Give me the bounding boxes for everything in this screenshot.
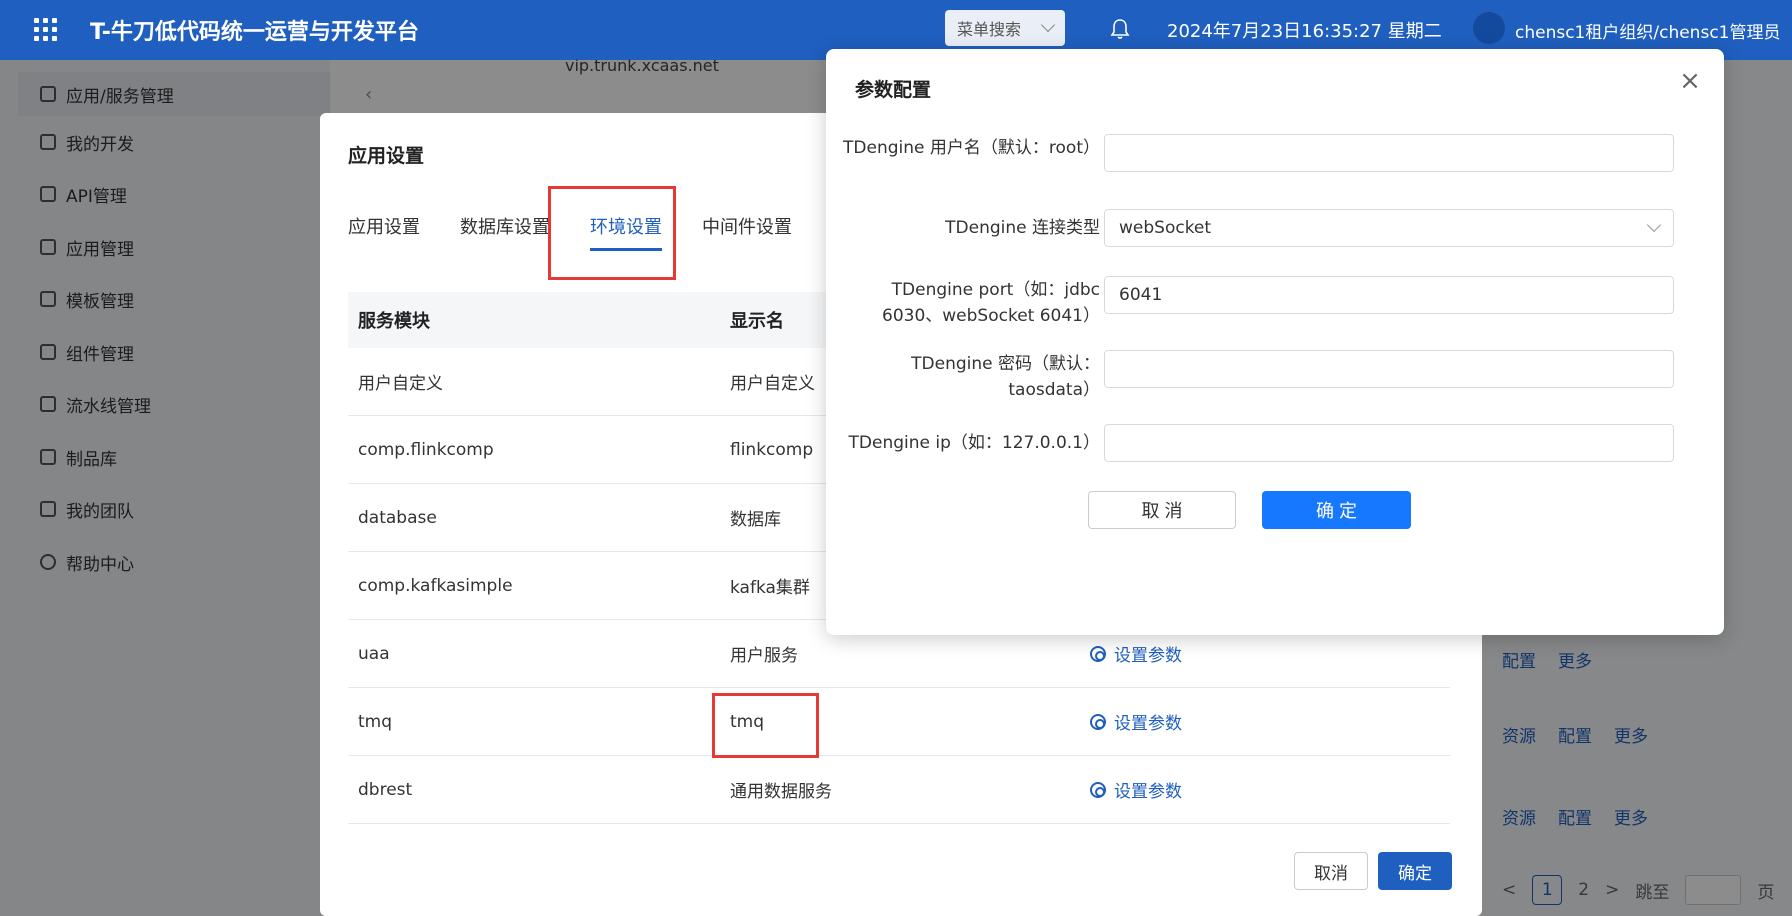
- cell-module: comp.flinkcomp: [358, 439, 494, 460]
- ip-input[interactable]: [1104, 424, 1674, 462]
- connection-type-value: webSocket: [1119, 218, 1212, 238]
- gear-icon: [1090, 781, 1106, 798]
- bell-icon[interactable]: [1110, 18, 1130, 40]
- datetime-text: 2024年7月23日16:35:27 星期二: [1167, 21, 1442, 42]
- cell-module: tmq: [358, 711, 393, 732]
- set-params-link[interactable]: 设置参数: [1090, 777, 1450, 802]
- menu-search-label: 菜单搜索: [957, 20, 1022, 39]
- password-label: TDengine 密码（默认：taosdata）: [911, 354, 1100, 400]
- set-params-label: 设置参数: [1114, 714, 1182, 734]
- set-params-link[interactable]: 设置参数: [1090, 641, 1450, 666]
- cell-display: 用户服务: [730, 646, 798, 666]
- highlight-box-tab: [548, 186, 676, 280]
- chevron-down-icon: [1040, 17, 1056, 33]
- app-title: T-牛刀低代码统一运营与开发平台: [90, 20, 419, 45]
- dialog-title: 参数配置: [855, 79, 932, 101]
- port-input[interactable]: 6041: [1104, 276, 1674, 314]
- avatar[interactable]: [1473, 12, 1505, 44]
- gear-icon: [1090, 713, 1106, 730]
- ip-label: TDengine ip（如：127.0.0.1）: [848, 433, 1100, 453]
- set-params-label: 设置参数: [1114, 782, 1182, 802]
- cancel-button[interactable]: 取消: [1294, 852, 1368, 890]
- port-label: TDengine port（如：jdbc 6030、webSocket 6041…: [882, 280, 1100, 326]
- cell-module: dbrest: [358, 779, 413, 800]
- set-params-link[interactable]: 设置参数: [1090, 709, 1450, 734]
- tab-app-settings[interactable]: 应用设置: [348, 213, 420, 251]
- user-name[interactable]: chensc1租户组织/chensc1管理员: [1515, 18, 1780, 43]
- gear-icon: [1090, 645, 1106, 662]
- highlight-box-tmq: [712, 693, 819, 758]
- param-cancel-button[interactable]: 取 消: [1088, 491, 1236, 529]
- chevron-down-icon: [1646, 217, 1662, 233]
- param-config-dialog: 参数配置 × TDengine 用户名（默认：root） TDengine 连接…: [826, 49, 1724, 635]
- set-params-label: 设置参数: [1114, 646, 1182, 666]
- port-value: 6041: [1119, 285, 1163, 305]
- cell-module: database: [358, 507, 437, 528]
- connection-type-label: TDengine 连接类型: [945, 218, 1100, 238]
- username-input[interactable]: [1104, 134, 1674, 172]
- cell-module: 用户自定义: [358, 374, 443, 394]
- cell-display: 通用数据服务: [730, 782, 832, 802]
- password-input[interactable]: [1104, 350, 1674, 388]
- username-label: TDengine 用户名（默认：root）: [843, 138, 1100, 158]
- apps-grid-icon[interactable]: [30, 14, 58, 42]
- connection-type-select[interactable]: webSocket: [1104, 209, 1674, 247]
- cell-module: uaa: [358, 643, 390, 664]
- table-row: tmq tmq 设置参数: [348, 688, 1450, 756]
- cell-module: comp.kafkasimple: [358, 575, 513, 596]
- tab-middleware-settings[interactable]: 中间件设置: [702, 213, 792, 251]
- menu-search-select[interactable]: 菜单搜索: [945, 10, 1065, 46]
- table-row: dbrest 通用数据服务 设置参数: [348, 756, 1450, 824]
- column-header-module: 服务模块: [358, 311, 430, 332]
- close-icon[interactable]: ×: [1678, 68, 1702, 94]
- param-ok-button[interactable]: 确 定: [1262, 491, 1411, 529]
- ok-button[interactable]: 确定: [1378, 852, 1452, 890]
- tab-database-settings[interactable]: 数据库设置: [460, 213, 550, 251]
- dialog-title: 应用设置: [348, 145, 425, 167]
